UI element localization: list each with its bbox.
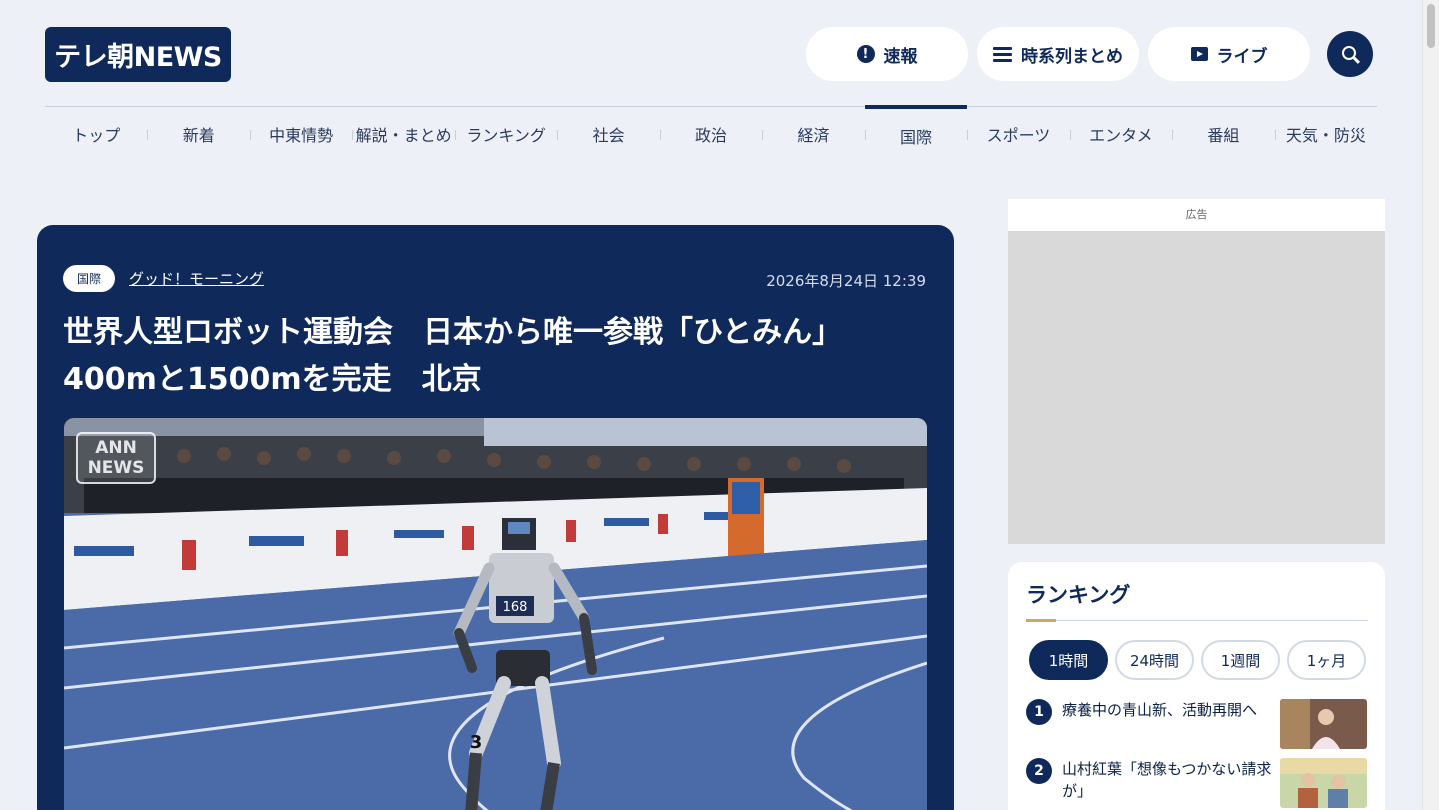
list-icon (993, 46, 1012, 62)
ranking-thumbnail (1280, 699, 1367, 749)
timeline-button[interactable]: 時系列まとめ (977, 27, 1139, 81)
watermark-line2: NEWS (87, 458, 145, 478)
timeline-label: 時系列まとめ (1021, 46, 1123, 67)
ranking-tab-1hour[interactable]: 1時間 (1029, 640, 1108, 680)
nav-item-new[interactable]: 新着 (147, 108, 249, 160)
nav-item-top[interactable]: トップ (45, 108, 147, 160)
nav-item-economy[interactable]: 経済 (762, 108, 864, 160)
category-tag[interactable]: 国際 (63, 265, 116, 292)
ranking-number: 2 (1026, 758, 1052, 784)
article-card: 国際 グッド！モーニング 2026年8月24日 12:39 世界人型ロボット運動… (37, 225, 954, 810)
site-logo[interactable]: テレ朝NEWS (45, 27, 231, 82)
article-photo[interactable]: 168 3 ANN NEWS (64, 418, 927, 810)
article-title-line1: 世界人型ロボット運動会 日本から唯一参戦「ひとみん」 (63, 315, 843, 350)
nav-item-weather[interactable]: 天気・防災 (1274, 108, 1377, 160)
ranking-tabs: 1時間 24時間 1週間 1ヶ月 (1029, 640, 1366, 680)
nav-item-middle-east[interactable]: 中東情勢 (249, 108, 352, 160)
article-title: 世界人型ロボット運動会 日本から唯一参戦「ひとみん」 400mと1500mを完走… (63, 309, 923, 403)
breaking-news-button[interactable]: ! 速報 (806, 27, 968, 81)
article-title-line2: 400mと1500mを完走 北京 (63, 362, 482, 397)
robot-bib-number: 168 (503, 600, 528, 615)
ranking-number: 1 (1026, 699, 1052, 725)
ranking-tab-24hours[interactable]: 24時間 (1115, 640, 1194, 680)
ranking-tab-1week[interactable]: 1週間 (1201, 640, 1280, 680)
search-button[interactable] (1327, 31, 1373, 77)
nav-item-programs[interactable]: 番組 (1172, 108, 1274, 160)
ann-news-watermark: ANN NEWS (76, 432, 156, 484)
ranking-headline: 山村紅葉「想像もつかない請求が」 (1062, 760, 1272, 800)
live-label: ライブ (1216, 46, 1268, 67)
page-scrollbar[interactable] (1422, 0, 1439, 810)
alert-icon: ! (856, 45, 875, 63)
ranking-panel: ランキング 1時間 24時間 1週間 1ヶ月 1 療養中の青山新、活動再開へ 2… (1008, 562, 1385, 810)
scrollbar-thumb[interactable] (1427, 4, 1435, 48)
search-icon (1341, 45, 1356, 60)
ranking-headline: 療養中の青山新、活動再開へ (1062, 701, 1258, 719)
ranking-thumbnail (1280, 758, 1367, 808)
live-button[interactable]: ライブ (1148, 27, 1310, 81)
nav-item-entertainment[interactable]: エンタメ (1069, 108, 1172, 160)
ranking-divider (1026, 619, 1368, 622)
advertisement: 広告 (1008, 199, 1385, 544)
robot-leg-number: 3 (470, 732, 483, 753)
nav-divider (45, 106, 1377, 107)
robot-track-image: 168 3 (64, 418, 927, 810)
ad-label: 広告 (1185, 208, 1208, 221)
article-date: 2026年8月24日 12:39 (766, 272, 926, 290)
breaking-news-label: 速報 (883, 46, 918, 67)
nav-item-ranking[interactable]: ランキング (454, 108, 557, 160)
ad-placeholder[interactable] (1008, 231, 1385, 544)
program-link[interactable]: グッド！モーニング (129, 268, 264, 289)
nav-item-international[interactable]: 国際 (864, 105, 968, 160)
ranking-tab-1month[interactable]: 1ヶ月 (1287, 640, 1366, 680)
main-nav: トップ 新着 中東情勢 解説・まとめ ランキング 社会 政治 経済 国際 スポー… (45, 105, 1377, 160)
nav-item-society[interactable]: 社会 (557, 108, 659, 160)
ranking-title: ランキング (1026, 583, 1131, 607)
nav-item-sports[interactable]: スポーツ (967, 108, 1069, 160)
tv-icon (1190, 47, 1208, 61)
ranking-item[interactable]: 1 療養中の青山新、活動再開へ (1026, 699, 1368, 749)
watermark-line1: ANN (95, 438, 137, 458)
ranking-item[interactable]: 2 山村紅葉「想像もつかない請求が」 (1026, 758, 1368, 808)
nav-item-politics[interactable]: 政治 (659, 108, 762, 160)
article-meta: 国際 グッド！モーニング (63, 265, 264, 292)
nav-item-explainer[interactable]: 解説・まとめ (352, 108, 454, 160)
